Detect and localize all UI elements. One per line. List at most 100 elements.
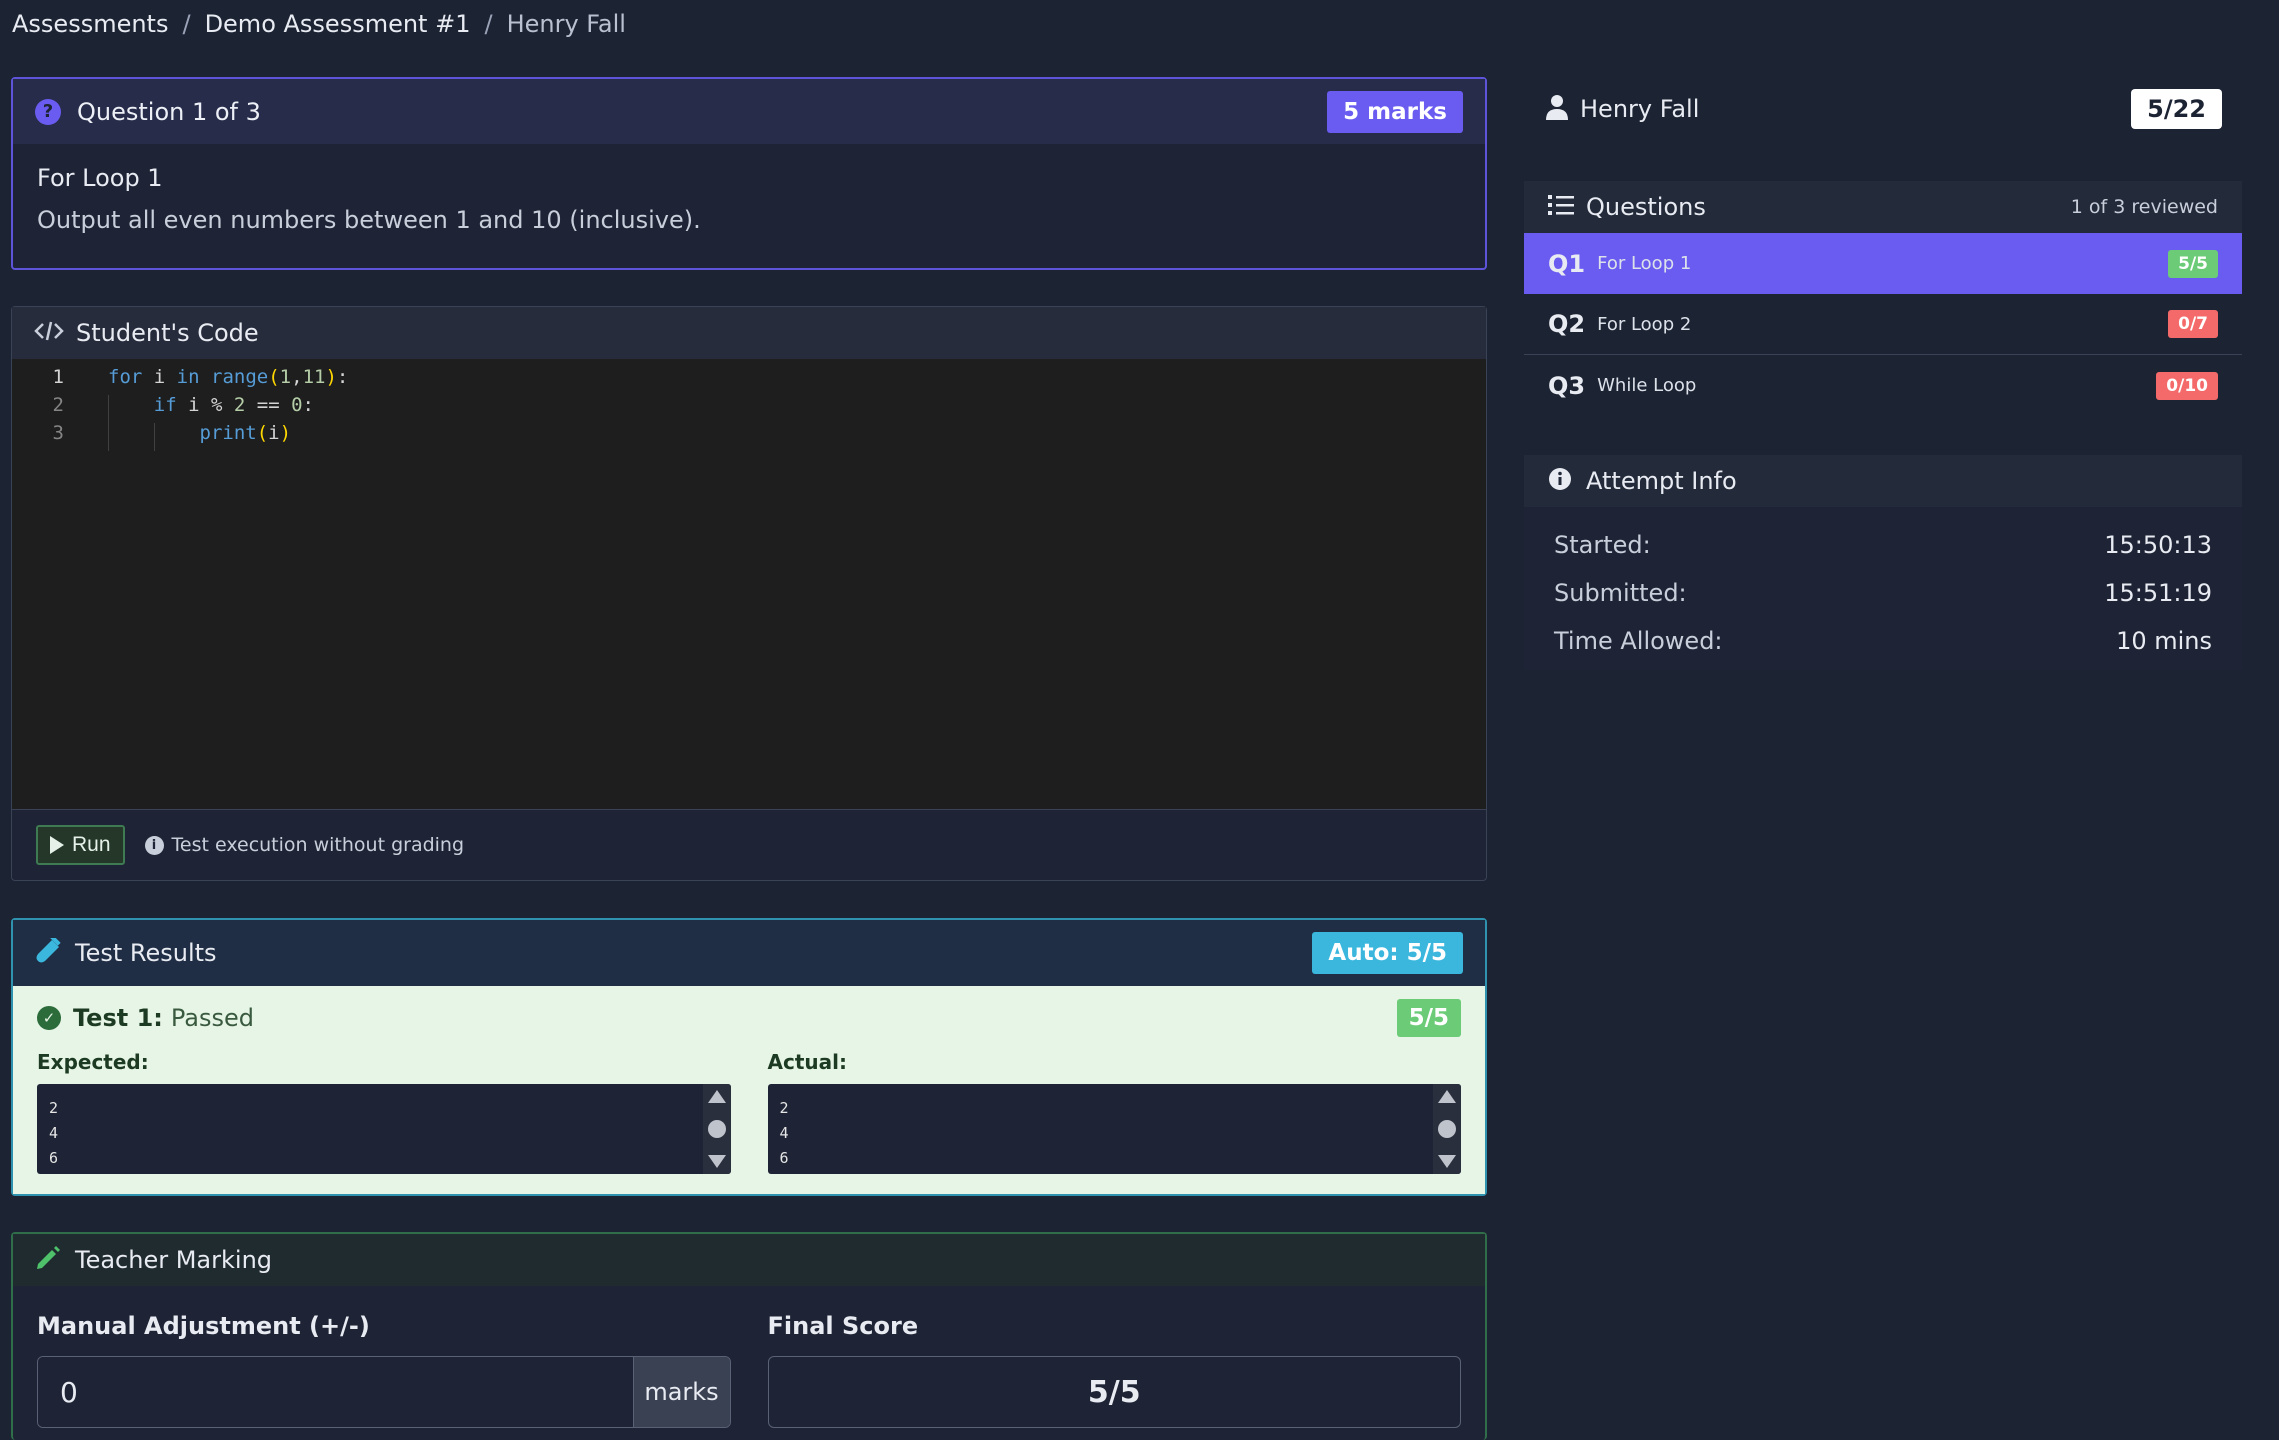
info-circle-icon <box>1548 467 1572 495</box>
code-line: 1 for i in range(1,11): <box>12 363 1486 391</box>
expected-label: Expected: <box>37 1050 149 1074</box>
line-number: 3 <box>52 422 64 444</box>
question-number: Q3 <box>1548 371 1586 400</box>
question-item-q3[interactable]: Q3 While Loop 0/10 <box>1524 355 2242 416</box>
pencil-icon <box>35 1245 61 1275</box>
question-score-badge: 5/5 <box>2168 249 2218 278</box>
marks-badge: 5 marks <box>1327 90 1463 133</box>
line-number: 1 <box>52 366 64 388</box>
question-score-badge: 0/10 <box>2156 371 2218 400</box>
code-panel-footer: Run i Test execution without grading <box>12 809 1486 880</box>
scroll-up-icon[interactable] <box>707 1090 726 1103</box>
scroll-up-icon[interactable] <box>1438 1090 1456 1103</box>
scrollbar[interactable] <box>702 1084 731 1174</box>
code-text: if i % 2 == 0: <box>153 394 314 416</box>
breadcrumb-assessments[interactable]: Assessments <box>12 10 168 38</box>
run-hint: i Test execution without grading <box>144 834 464 856</box>
code-panel-header: Student's Code <box>12 307 1486 359</box>
actual-label: Actual: <box>767 1050 847 1074</box>
code-line: 3 print(i) <box>12 419 1486 447</box>
question-number: Q1 <box>1548 249 1586 278</box>
final-score-value: 5/5 <box>767 1356 1461 1428</box>
question-name: While Loop <box>1597 375 1697 396</box>
teacher-marking-panel: Teacher Marking Manual Adjustment (+/-) … <box>11 1232 1487 1440</box>
info-icon: i <box>144 835 164 855</box>
breadcrumb: Assessments / Demo Assessment #1 / Henry… <box>12 8 626 40</box>
breadcrumb-separator: / <box>182 10 191 38</box>
io-grid: Expected: 2 4 6 Actual: 2 4 6 <box>37 1050 1461 1174</box>
run-button[interactable]: Run <box>36 825 125 865</box>
questions-list: Questions 1 of 3 reviewed Q1 For Loop 1 … <box>1524 181 2242 416</box>
attempt-info-panel: Attempt Info Started: 15:50:13 Submitted… <box>1524 455 2242 670</box>
student-header: Henry Fall 5/22 <box>1546 88 2222 130</box>
questions-list-header: Questions 1 of 3 reviewed <box>1524 181 2242 233</box>
attempt-value: 15:50:13 <box>2104 531 2212 559</box>
output-line: 2 <box>49 1099 59 1117</box>
question-item-q2[interactable]: Q2 For Loop 2 0/7 <box>1524 294 2242 355</box>
list-icon <box>1548 194 1574 220</box>
test-status: Passed <box>170 1004 254 1032</box>
test-case: ✓ Test 1: Passed 5/5 Expected: 2 4 6 Act… <box>13 986 1485 1194</box>
scroll-thumb[interactable] <box>1438 1120 1456 1138</box>
final-score-column: Final Score 5/5 <box>767 1312 1461 1428</box>
scroll-down-icon[interactable] <box>1438 1155 1456 1168</box>
output-line: 2 <box>779 1099 789 1117</box>
attempt-info-title: Attempt Info <box>1586 467 1737 495</box>
attempt-time-allowed: Time Allowed: 10 mins <box>1524 617 2242 665</box>
questions-list-title: Questions <box>1586 193 1706 221</box>
attempt-started: Started: 15:50:13 <box>1524 521 2242 569</box>
code-editor[interactable]: 1 for i in range(1,11): 2 if i % 2 == 0:… <box>12 359 1486 809</box>
question-circle-icon: ? <box>35 98 61 125</box>
adjustment-unit: marks <box>632 1357 730 1427</box>
vial-icon <box>35 935 61 968</box>
breadcrumb-assessment[interactable]: Demo Assessment #1 <box>205 10 471 38</box>
attempt-label: Submitted: <box>1554 579 1687 607</box>
actual-column: Actual: 2 4 6 <box>767 1050 1461 1174</box>
test-results-title: Test Results <box>75 939 217 967</box>
user-icon <box>1546 94 1568 124</box>
indent-guide <box>154 423 155 451</box>
student-code-panel: Student's Code 1 for i in range(1,11): 2… <box>11 306 1487 881</box>
line-number: 2 <box>52 394 64 416</box>
code-text: print(i) <box>199 422 292 444</box>
auto-score-badge: Auto: 5/5 <box>1312 932 1463 974</box>
expected-output[interactable]: 2 4 6 <box>37 1084 731 1174</box>
question-name: For Loop 1 <box>37 164 163 192</box>
adjustment-label: Manual Adjustment (+/-) <box>37 1312 370 1340</box>
output-line: 4 <box>49 1124 59 1142</box>
attempt-info-rows: Started: 15:50:13 Submitted: 15:51:19 Ti… <box>1524 507 2242 665</box>
adjustment-input[interactable] <box>38 1357 633 1427</box>
scrollbar[interactable] <box>1433 1084 1461 1174</box>
test-results-panel: Test Results Auto: 5/5 ✓ Test 1: Passed … <box>11 918 1487 1196</box>
teacher-marking-title: Teacher Marking <box>75 1246 273 1274</box>
adjustment-input-group: marks <box>37 1356 731 1428</box>
question-item-q1[interactable]: Q1 For Loop 1 5/5 <box>1524 233 2242 294</box>
question-header-title: Question 1 of 3 <box>77 97 261 126</box>
attempt-value: 15:51:19 <box>2104 579 2212 607</box>
question-body: For Loop 1 Output all even numbers betwe… <box>13 144 1485 254</box>
scroll-thumb[interactable] <box>707 1120 726 1138</box>
actual-output[interactable]: 2 4 6 <box>767 1084 1461 1174</box>
test-label: Test 1: <box>73 1004 163 1032</box>
test-results-header: Test Results Auto: 5/5 <box>13 920 1485 986</box>
teacher-marking-header: Teacher Marking <box>13 1234 1485 1286</box>
question-text: Output all even numbers between 1 and 10… <box>37 206 701 234</box>
code-panel-title: Student's Code <box>76 319 259 347</box>
code-line: 2 if i % 2 == 0: <box>12 391 1486 419</box>
expected-column: Expected: 2 4 6 <box>37 1050 731 1174</box>
question-name: For Loop 2 <box>1597 313 1692 335</box>
scroll-down-icon[interactable] <box>707 1155 726 1168</box>
attempt-info-header: Attempt Info <box>1524 455 2242 507</box>
teacher-marking-body: Manual Adjustment (+/-) marks Final Scor… <box>13 1286 1485 1440</box>
code-text: for i in range(1,11): <box>108 366 349 388</box>
student-name: Henry Fall <box>1580 95 1700 123</box>
output-line: 6 <box>49 1149 59 1167</box>
output-line: 4 <box>779 1124 789 1142</box>
breadcrumb-separator: / <box>484 10 493 38</box>
play-icon <box>50 836 64 854</box>
breadcrumb-current: Henry Fall <box>506 10 626 38</box>
adjustment-column: Manual Adjustment (+/-) marks <box>37 1312 731 1428</box>
code-icon <box>34 320 64 346</box>
attempt-label: Started: <box>1554 531 1651 559</box>
question-card: ? Question 1 of 3 5 marks For Loop 1 Out… <box>11 77 1487 270</box>
